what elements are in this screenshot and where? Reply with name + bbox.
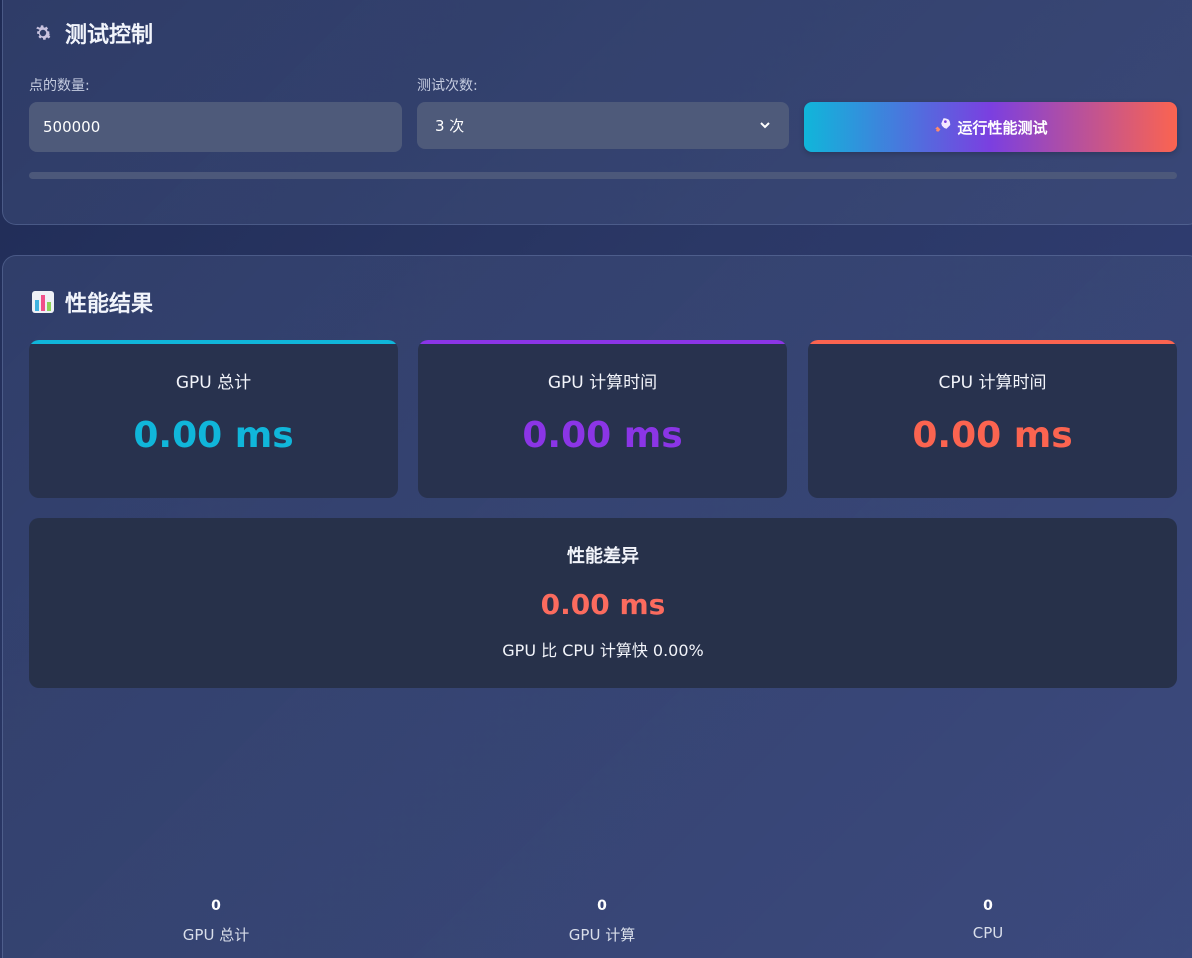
gear-icon: [31, 21, 55, 45]
bar-category-label: GPU 总计: [182, 926, 250, 944]
test-control-panel: 测试控制 点的数量: 测试次数: 3 次 运行性能测试: [2, 0, 1192, 225]
points-input[interactable]: [29, 102, 402, 152]
results-title-text: 性能结果: [65, 292, 154, 317]
run-test-button-label: 运行性能测试: [957, 118, 1048, 137]
bar-value-label: 0: [211, 898, 221, 914]
gpu-total-value: 0.00 ms: [133, 415, 294, 456]
test-control-title-text: 测试控制: [65, 23, 154, 48]
card-accent-bar: [808, 340, 1177, 344]
gpu-compute-value: 0.00 ms: [522, 415, 683, 456]
points-label: 点的数量:: [29, 78, 90, 94]
gpu-compute-card: GPU 计算时间 0.00 ms: [418, 340, 787, 498]
diff-value: 0.00 ms: [540, 588, 666, 621]
rocket-icon: [933, 116, 951, 138]
gpu-compute-title: GPU 计算时间: [547, 373, 658, 393]
runs-select-value: 3 次: [435, 117, 465, 135]
card-accent-bar: [29, 340, 398, 344]
results-title: 性能结果: [31, 286, 153, 318]
bar-value-label: 0: [597, 898, 607, 914]
cpu-compute-card: CPU 计算时间 0.00 ms: [808, 340, 1177, 498]
card-accent-bar: [418, 340, 787, 344]
runs-label: 测试次数:: [417, 78, 478, 94]
bar-category-label: GPU 计算: [568, 926, 636, 944]
bar-value-label: 0: [983, 898, 993, 914]
bar-column: 0 CPU: [908, 898, 1068, 942]
run-test-button[interactable]: 运行性能测试: [804, 102, 1177, 152]
performance-diff-card: 性能差异 0.00 ms GPU 比 CPU 计算快 0.00%: [29, 518, 1177, 688]
runs-select[interactable]: 3 次: [417, 102, 789, 149]
bar-column: 0 GPU 总计: [136, 898, 296, 945]
results-panel: 性能结果 GPU 总计 0.00 ms GPU 计算时间 0.00 ms CPU…: [2, 255, 1192, 958]
progress-bar: [29, 172, 1177, 179]
gpu-total-card: GPU 总计 0.00 ms: [29, 340, 398, 498]
bar-column: 0 GPU 计算: [522, 898, 682, 945]
diff-description: GPU 比 CPU 计算快 0.00%: [502, 641, 704, 660]
bar-category-label: CPU: [972, 924, 1004, 942]
diff-title: 性能差异: [567, 546, 639, 567]
test-control-title: 测试控制: [31, 17, 153, 49]
gpu-total-title: GPU 总计: [175, 373, 252, 393]
chevron-down-icon: [759, 117, 771, 135]
bar-chart-icon: [31, 290, 55, 314]
cpu-compute-title: CPU 计算时间: [938, 373, 1047, 393]
cpu-compute-value: 0.00 ms: [912, 415, 1073, 456]
